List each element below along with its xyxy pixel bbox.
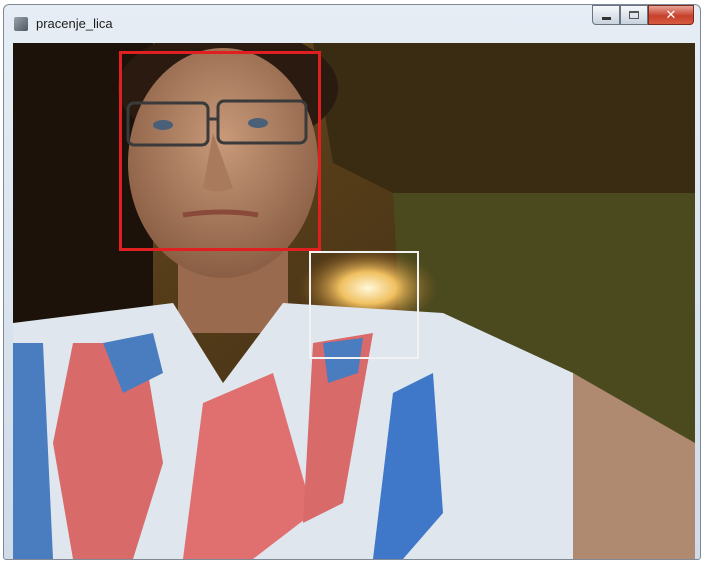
- maximize-icon: [629, 11, 639, 19]
- face-detection-box: [119, 51, 321, 251]
- close-icon: ✕: [665, 7, 677, 23]
- title-bar[interactable]: pracenje_lica ✕: [4, 5, 700, 41]
- minimize-icon: [601, 16, 611, 20]
- app-icon: [14, 17, 28, 31]
- minimize-button[interactable]: [592, 5, 620, 25]
- maximize-button[interactable]: [620, 5, 648, 25]
- app-window: pracenje_lica ✕: [3, 4, 701, 560]
- window-controls: ✕: [592, 5, 694, 25]
- window-title: pracenje_lica: [36, 16, 113, 31]
- camera-view: [13, 43, 695, 559]
- tracking-box: [309, 251, 419, 359]
- close-button[interactable]: ✕: [648, 5, 694, 25]
